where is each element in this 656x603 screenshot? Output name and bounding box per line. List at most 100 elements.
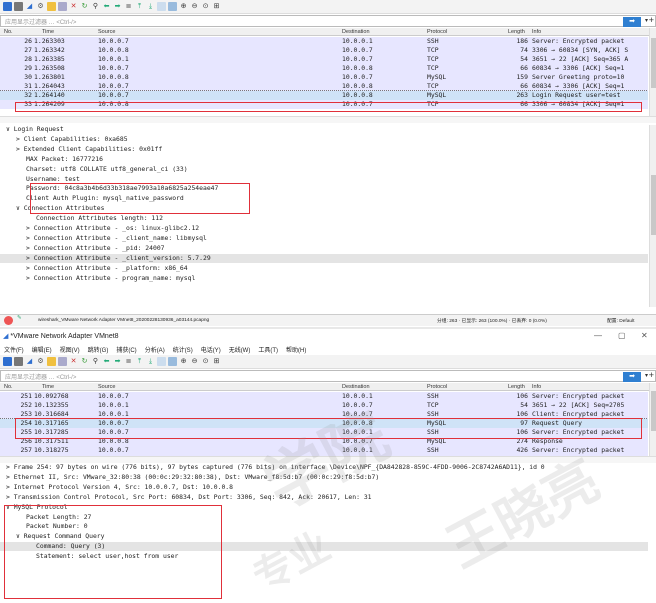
- first-icon[interactable]: ⤒: [135, 2, 144, 11]
- detail-line[interactable]: > Extended Client Capabilities: 0x01ff: [0, 145, 648, 154]
- stop-icon[interactable]: [14, 357, 23, 366]
- col-destination[interactable]: Destination: [342, 29, 370, 35]
- col-time[interactable]: Time: [42, 384, 54, 390]
- menu-item[interactable]: 帮助(H): [286, 345, 306, 354]
- zoom-out-icon[interactable]: ⊖: [190, 2, 199, 11]
- detail-line[interactable]: ∨ Login Request: [0, 125, 648, 134]
- col-info[interactable]: Info: [532, 29, 541, 35]
- filter-dropdown-icon[interactable]: ▾: [645, 372, 648, 379]
- save-icon[interactable]: [58, 357, 67, 366]
- goto-icon[interactable]: ≣: [124, 2, 133, 11]
- packet-list-scrollbar[interactable]: [649, 28, 656, 116]
- close-file-icon[interactable]: ✕: [69, 2, 78, 11]
- menu-item[interactable]: 分析(A): [145, 345, 165, 354]
- display-filter-input[interactable]: 应用显示过滤器 … <Ctrl-/> ➡ ▾ +: [0, 15, 656, 27]
- autoscroll-icon[interactable]: [157, 357, 166, 366]
- zoom-in-icon[interactable]: ⊕: [179, 2, 188, 11]
- detail-line[interactable]: > Client Capabilities: 0xa685: [0, 135, 648, 144]
- packet-row[interactable]: 26 1.263303 10.0.0.7 10.0.0.1 SSH 186 Server: …: [0, 37, 648, 46]
- resize-columns-icon[interactable]: ⊞: [212, 2, 221, 11]
- search-icon[interactable]: ⚲: [91, 2, 100, 11]
- minimize-icon[interactable]: —: [594, 331, 602, 340]
- apply-filter-button[interactable]: ➡: [623, 372, 641, 382]
- goto-icon[interactable]: ≣: [124, 357, 133, 366]
- col-no[interactable]: No.: [4, 29, 13, 35]
- options-icon[interactable]: ⚙: [36, 2, 45, 11]
- menu-item[interactable]: 无线(W): [229, 345, 251, 354]
- colorize-icon[interactable]: [168, 2, 177, 11]
- menu-item[interactable]: 工具(T): [258, 345, 278, 354]
- col-no[interactable]: No.: [4, 384, 13, 390]
- col-info[interactable]: Info: [532, 384, 541, 390]
- shark-fin-icon[interactable]: [3, 2, 12, 11]
- menu-item[interactable]: 统计(S): [173, 345, 193, 354]
- packet-row[interactable]: 31 1.264043 10.0.0.7 10.0.0.8 TCP 66 60834 → 3…: [0, 82, 648, 91]
- save-icon[interactable]: [58, 2, 67, 11]
- packet-list-hscroll[interactable]: [0, 116, 656, 123]
- col-source[interactable]: Source: [98, 29, 115, 35]
- reload-icon[interactable]: ↻: [80, 357, 89, 366]
- col-time[interactable]: Time: [42, 29, 54, 35]
- autoscroll-icon[interactable]: [157, 2, 166, 11]
- detail-line[interactable]: > Connection Attribute - _client_version…: [0, 253, 648, 263]
- zoom-out-icon[interactable]: ⊖: [190, 357, 199, 366]
- shark-fin-icon[interactable]: [3, 357, 12, 366]
- add-filter-button[interactable]: +: [649, 370, 654, 380]
- zoom-reset-icon[interactable]: ⊙: [201, 2, 210, 11]
- col-length[interactable]: Length: [508, 29, 525, 35]
- open-file-icon[interactable]: [47, 357, 56, 366]
- detail-line[interactable]: Connection Attributes length: 112: [0, 214, 648, 223]
- apply-filter-button[interactable]: ➡: [623, 17, 641, 27]
- reload-icon[interactable]: ↻: [80, 2, 89, 11]
- detail-line[interactable]: > Connection Attribute - program_name: m…: [0, 274, 648, 283]
- details-scrollbar[interactable]: [649, 125, 656, 307]
- packet-row[interactable]: 32 1.264140 10.0.0.7 10.0.0.8 MySQL 263 Login …: [0, 90, 648, 101]
- detail-line[interactable]: > Connection Attribute - _client_name: l…: [0, 234, 648, 243]
- col-source[interactable]: Source: [98, 384, 115, 390]
- add-filter-button[interactable]: +: [649, 15, 654, 25]
- resize-columns-icon[interactable]: ⊞: [212, 357, 221, 366]
- col-protocol[interactable]: Protocol: [427, 384, 447, 390]
- display-filter-input[interactable]: 应用显示过滤器 … <Ctrl-/> ➡ ▾ +: [0, 370, 656, 382]
- col-protocol[interactable]: Protocol: [427, 29, 447, 35]
- packet-row[interactable]: 27 1.263342 10.0.0.8 10.0.0.7 TCP 74 3306 → 60…: [0, 46, 648, 55]
- col-length[interactable]: Length: [508, 384, 525, 390]
- detail-line[interactable]: > Connection Attribute - _os: linux-glib…: [0, 224, 648, 233]
- back-icon[interactable]: ⬅: [102, 2, 111, 11]
- detail-line[interactable]: > Connection Attribute - _platform: x86_…: [0, 264, 648, 273]
- zoom-in-icon[interactable]: ⊕: [179, 357, 188, 366]
- packet-row[interactable]: 28 1.263385 10.0.0.1 10.0.0.7 TCP 54 3651 → 22…: [0, 55, 648, 64]
- last-icon[interactable]: ⤓: [146, 357, 155, 366]
- menu-item[interactable]: 捕获(C): [116, 345, 136, 354]
- packet-list-scrollbar[interactable]: [649, 383, 656, 456]
- detail-line[interactable]: > Connection Attribute - _pid: 24007: [0, 244, 648, 253]
- forward-icon[interactable]: ➡: [113, 2, 122, 11]
- first-icon[interactable]: ⤒: [135, 357, 144, 366]
- menu-item[interactable]: 视图(V): [60, 345, 80, 354]
- back-icon[interactable]: ⬅: [102, 357, 111, 366]
- packet-row[interactable]: 251 10.092768 10.0.0.7 10.0.0.1 SSH 106 Server…: [0, 392, 648, 401]
- filter-dropdown-icon[interactable]: ▾: [645, 17, 648, 24]
- maximize-icon[interactable]: ▢: [618, 331, 626, 340]
- menu-item[interactable]: 文件(F): [4, 345, 24, 354]
- profile-label[interactable]: 配置: Default: [607, 317, 634, 324]
- colorize-icon[interactable]: [168, 357, 177, 366]
- options-icon[interactable]: ⚙: [36, 357, 45, 366]
- menu-item[interactable]: 电话(Y): [201, 345, 221, 354]
- packet-row[interactable]: 29 1.263508 10.0.0.7 10.0.0.8 TCP 66 60834 → 3…: [0, 64, 648, 73]
- last-icon[interactable]: ⤓: [146, 2, 155, 11]
- edit-comment-icon[interactable]: ✎: [17, 315, 22, 321]
- search-icon[interactable]: ⚲: [91, 357, 100, 366]
- detail-line[interactable]: MAX Packet: 16777216: [0, 155, 648, 164]
- restart-icon[interactable]: ◢: [25, 357, 34, 366]
- detail-line[interactable]: Charset: utf8 COLLATE utf8_general_ci (3…: [0, 165, 648, 174]
- close-file-icon[interactable]: ✕: [69, 357, 78, 366]
- menu-item[interactable]: 编辑(E): [32, 345, 52, 354]
- zoom-reset-icon[interactable]: ⊙: [201, 357, 210, 366]
- close-icon[interactable]: ✕: [641, 331, 648, 340]
- open-file-icon[interactable]: [47, 2, 56, 11]
- forward-icon[interactable]: ➡: [113, 357, 122, 366]
- menu-item[interactable]: 跳转(G): [88, 345, 109, 354]
- packet-row[interactable]: 30 1.263801 10.0.0.8 10.0.0.7 MySQL 159 Server…: [0, 73, 648, 82]
- capture-status-icon[interactable]: [4, 316, 13, 325]
